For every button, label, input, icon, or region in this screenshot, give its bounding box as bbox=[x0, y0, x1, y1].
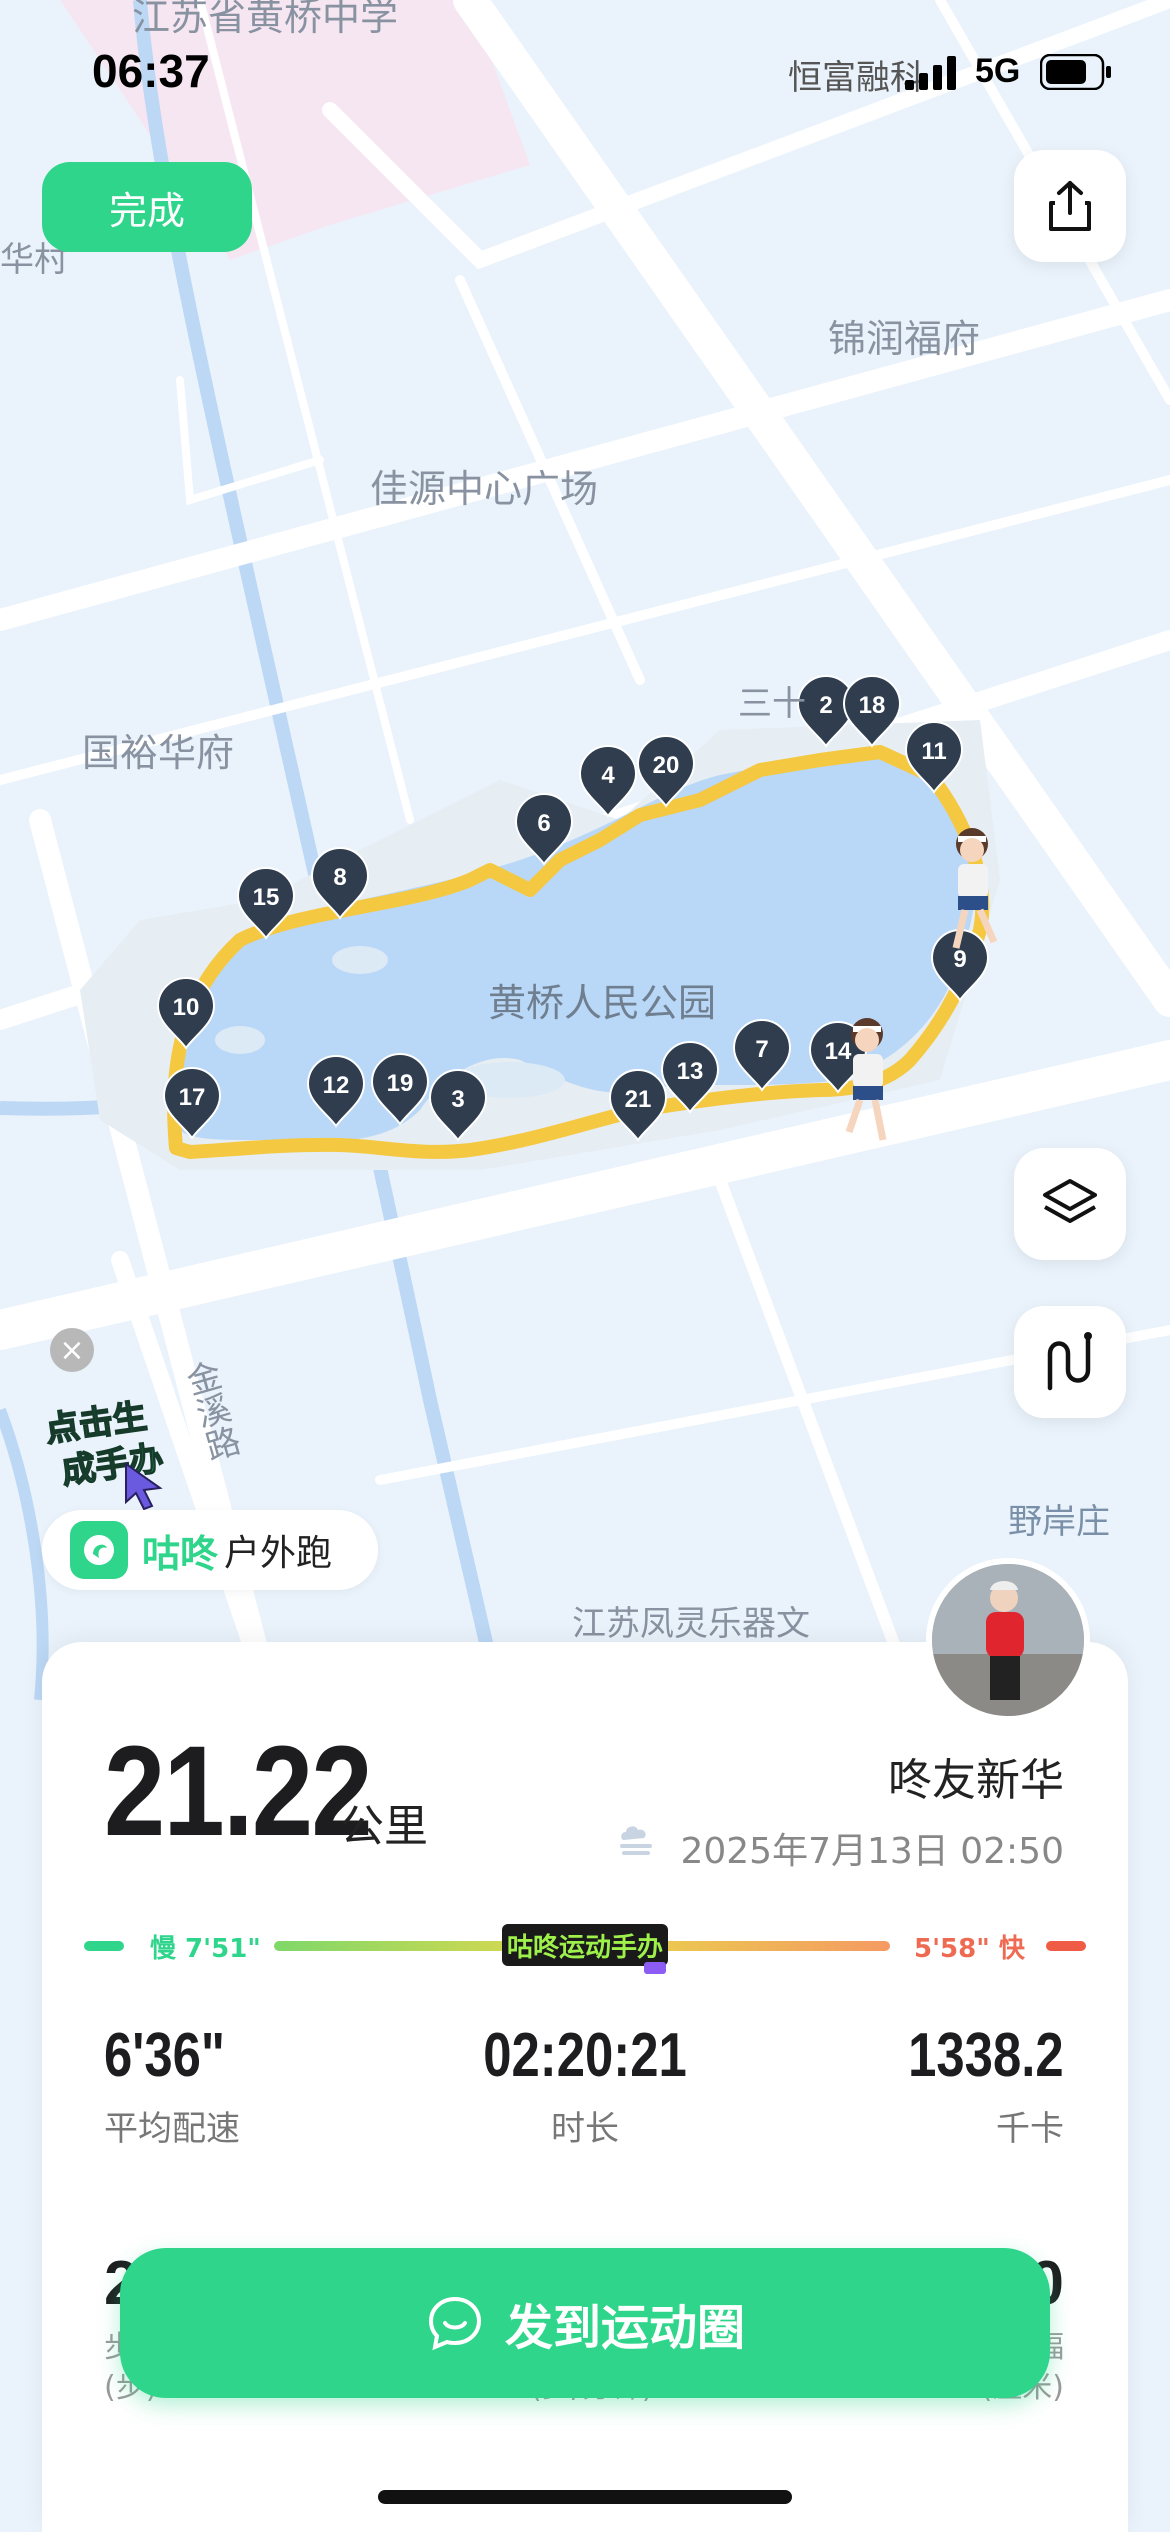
km-marker-label: 21 bbox=[625, 1086, 652, 1113]
duration-stat: 02:20:21 时长 bbox=[440, 2020, 730, 2150]
duration-label: 时长 bbox=[551, 2109, 619, 2149]
km-marker-label: 20 bbox=[653, 752, 680, 779]
route-icon bbox=[1047, 1332, 1092, 1391]
calories-stat: 1338.2 千卡 bbox=[874, 2020, 1064, 2150]
km-marker-label: 4 bbox=[601, 762, 615, 789]
status-network: 5G bbox=[975, 52, 1021, 90]
km-marker-label: 13 bbox=[677, 1058, 704, 1085]
pace-range-bar: 慢 7'51" 咕咚运动手办 5'58" 快 bbox=[84, 1916, 1086, 1976]
run-datetime: 2025年7月13日 02:50 bbox=[680, 1831, 1064, 1872]
figurine-promo-logo[interactable]: 咕咚运动手办 bbox=[500, 1916, 670, 1976]
km-marker-label: 10 bbox=[173, 994, 200, 1021]
avg-pace-stat: 6'36" 平均配速 bbox=[104, 2020, 252, 2150]
map-label-jinrun: 锦润福府 bbox=[828, 317, 981, 361]
avg-pace-label: 平均配速 bbox=[104, 2109, 240, 2149]
status-bar: 06:37 恒富融科 5G bbox=[0, 0, 1170, 140]
post-to-moments-button[interactable]: 发到运动圈 bbox=[120, 2248, 1050, 2398]
status-time: 06:37 bbox=[92, 45, 210, 97]
share-button[interactable] bbox=[1014, 150, 1126, 262]
chat-bubble-icon bbox=[428, 2296, 481, 2351]
km-marker-label: 2 bbox=[819, 692, 832, 719]
figurine-promo-text: 咕咚运动手办 bbox=[507, 1933, 663, 1963]
close-promo-button[interactable]: × bbox=[50, 1328, 94, 1372]
fast-pace-marker bbox=[1046, 1941, 1086, 1951]
signal-icon bbox=[905, 56, 956, 90]
km-marker-label: 18 bbox=[859, 692, 886, 719]
post-to-moments-label: 发到运动圈 bbox=[504, 2300, 745, 2356]
km-marker-label: 7 bbox=[755, 1036, 768, 1063]
done-button[interactable]: 完成 bbox=[42, 162, 252, 252]
map-label-jiayuan: 佳源中心广场 bbox=[370, 467, 599, 511]
km-marker-label: 9 bbox=[953, 946, 966, 973]
brand-name: 咕咚 bbox=[142, 1531, 219, 1576]
avg-pace-value: 6'36" bbox=[104, 2021, 226, 2090]
avatar[interactable] bbox=[926, 1558, 1090, 1722]
map-label-park: 黄桥人民公园 bbox=[488, 981, 717, 1025]
home-indicator bbox=[378, 2490, 792, 2504]
map-label-guoyu: 国裕华府 bbox=[82, 731, 235, 775]
map-label-sanshi: 三十 bbox=[738, 684, 806, 724]
distance-value: 21.22 bbox=[104, 1720, 373, 1863]
brand-pill: 咕咚 户外跑 bbox=[42, 1510, 378, 1590]
activity-type: 户外跑 bbox=[224, 1533, 333, 1574]
map-layers-button[interactable] bbox=[1014, 1148, 1126, 1260]
status-carrier: 恒富融科 bbox=[788, 58, 924, 98]
codoon-logo-icon bbox=[70, 1521, 128, 1579]
distance-unit: 公里 bbox=[340, 1801, 428, 1852]
cloud-weather-icon bbox=[620, 1826, 652, 1855]
layers-icon bbox=[1043, 1179, 1097, 1223]
route-toggle-button[interactable] bbox=[1014, 1306, 1126, 1418]
map-label-fengling: 江苏凤灵乐器文 bbox=[572, 1604, 810, 1644]
km-marker-label: 11 bbox=[921, 738, 946, 765]
km-marker-label: 17 bbox=[179, 1084, 206, 1111]
slow-pace-marker bbox=[84, 1941, 124, 1951]
map-label-yean: 野岸庄 bbox=[1008, 1502, 1110, 1542]
user-name: 咚友新华 bbox=[888, 1755, 1064, 1806]
calories-value: 1338.2 bbox=[908, 2021, 1064, 2090]
km-marker-label: 15 bbox=[253, 884, 280, 911]
slow-pace-label: 慢 7'51" bbox=[150, 1934, 261, 1964]
km-marker-label: 12 bbox=[323, 1072, 350, 1099]
share-icon bbox=[1049, 181, 1091, 231]
fast-pace-label: 5'58" 快 bbox=[914, 1934, 1025, 1964]
km-marker-label: 3 bbox=[451, 1086, 464, 1113]
km-marker-label: 6 bbox=[537, 810, 550, 837]
km-marker-label: 19 bbox=[387, 1070, 414, 1097]
calories-label: 千卡 bbox=[996, 2109, 1064, 2149]
km-marker-label: 14 bbox=[825, 1038, 852, 1065]
duration-value: 02:20:21 bbox=[483, 2021, 687, 2090]
km-marker-label: 8 bbox=[333, 864, 346, 891]
battery-icon bbox=[1040, 54, 1111, 90]
promo-sticker[interactable]: 点击生 成手办 bbox=[40, 1390, 170, 1510]
